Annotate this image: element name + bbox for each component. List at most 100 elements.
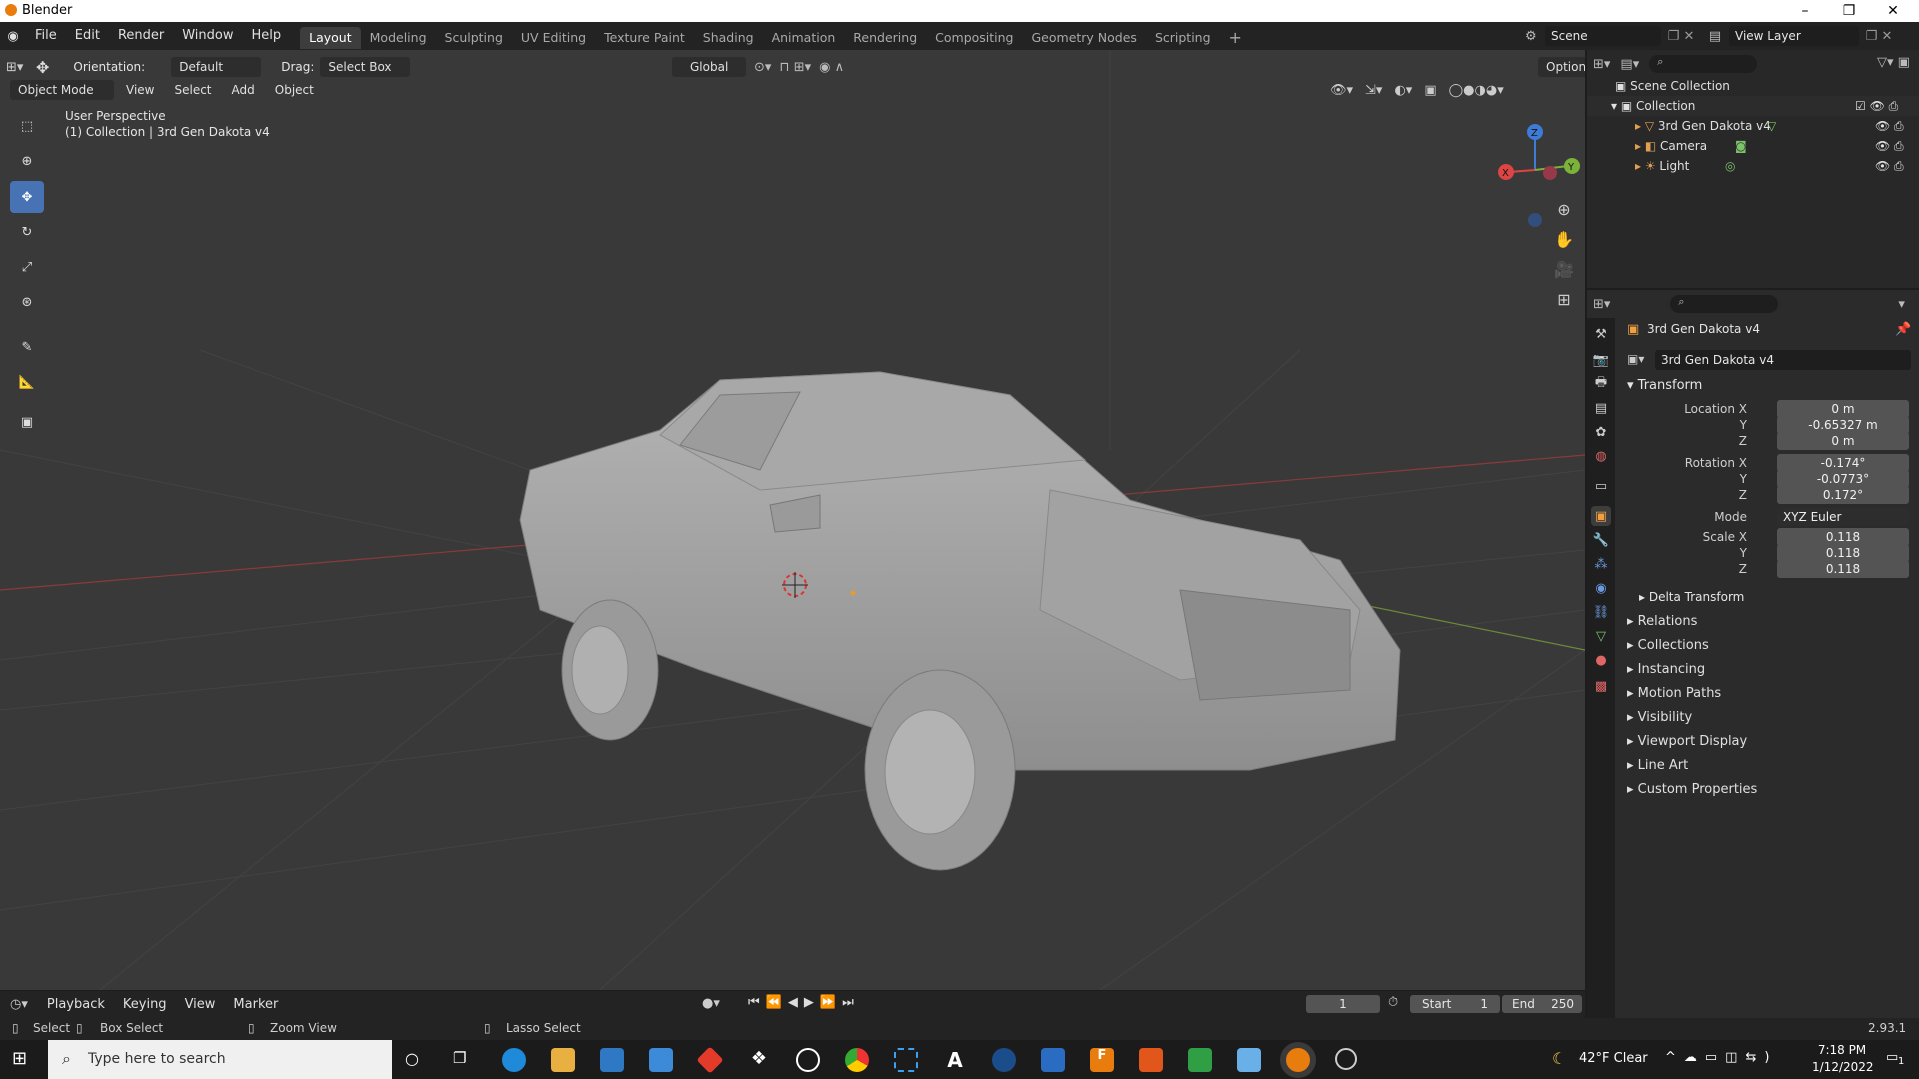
clock-date[interactable]: 1/12/2022 [1812,1060,1874,1074]
tab-scripting[interactable]: Scripting [1146,27,1220,49]
scene-selector[interactable]: Scene [1545,26,1661,46]
filter-icon[interactable]: ▽▾ ▣ [1877,55,1910,70]
visibility-icon[interactable]: 👁▾ [1330,83,1353,98]
xray-icon[interactable]: ▣ [1424,83,1436,98]
rotation-mode-dropdown[interactable]: XYZ Euler [1777,508,1909,526]
menu-window[interactable]: Window [173,22,242,50]
cortana-icon[interactable]: ○ [405,1049,419,1068]
app-blue-icon[interactable] [1041,1048,1065,1072]
output-tab-icon[interactable]: 🖶 [1591,374,1611,394]
tab-rendering[interactable]: Rendering [844,27,926,49]
pin-icon[interactable]: 📌 [1895,322,1911,337]
file-explorer-icon[interactable] [551,1048,575,1072]
timeline-menu-playback[interactable]: Playback [38,991,114,1019]
location-z-field[interactable]: 0 m [1777,432,1909,450]
world-tab-icon[interactable]: ◍ [1591,446,1611,466]
view-layer-new-icon[interactable]: ❐ ✕ [1859,29,1899,44]
properties-search[interactable]: ⌕ [1670,295,1779,313]
orientation-dropdown[interactable]: Default [171,57,262,77]
properties-options-icon[interactable]: ▾ [1898,297,1905,312]
view-layer-selector[interactable]: View Layer [1729,26,1859,46]
tab-modeling[interactable]: Modeling [361,27,436,49]
timeline-menu-view[interactable]: View [176,991,225,1019]
delta-transform-panel[interactable]: ▸ Delta Transform [1639,590,1744,604]
weather-icon[interactable]: ☾ [1552,1049,1566,1068]
preview-range-icon[interactable]: ⏱ [1388,995,1398,1010]
texture-tab-icon[interactable]: ▩ [1591,676,1611,696]
collection-row[interactable]: Collection [1636,99,1695,113]
edge-icon[interactable] [502,1048,526,1072]
mail-icon[interactable] [649,1048,673,1072]
outliner-item-camera[interactable]: Camera [1660,139,1707,153]
transform-tool[interactable]: ⊛ [10,286,44,318]
blender-menu-icon[interactable]: ◉ [0,29,26,44]
transform-orientation-dropdown[interactable]: Global [672,57,746,77]
notepad-plus-icon[interactable] [1188,1048,1212,1072]
object-name-field[interactable]: 3rd Gen Dakota v4 [1655,350,1911,370]
motion-paths-panel[interactable]: ▸ Motion Paths [1627,686,1721,701]
timeline-menu-keying[interactable]: Keying [114,991,176,1019]
viewport-menu-select[interactable]: Select [166,80,219,100]
viewport-menu-view[interactable]: View [118,80,162,100]
zoom-view-icon[interactable]: ⊕ [1552,195,1576,225]
viewport-menu-add[interactable]: Add [224,80,263,100]
pan-view-icon[interactable]: ✋ [1552,225,1576,255]
playback-controls[interactable]: ⏮⏪◀▶⏩⏭ [748,995,860,1010]
collections-panel[interactable]: ▸ Collections [1627,638,1709,653]
object-mode-dropdown[interactable]: Object Mode [10,80,114,100]
tab-sculpting[interactable]: Sculpting [436,27,512,49]
constraints-tab-icon[interactable]: ⛓ [1591,602,1611,622]
view-layer-icon[interactable]: ▤ [1701,29,1729,44]
dropbox-icon[interactable]: ❖ [747,1048,771,1072]
modifier-tab-icon[interactable]: 🔧 [1591,530,1611,550]
menu-render[interactable]: Render [109,22,173,50]
weather-text[interactable]: 42°F Clear [1579,1051,1648,1066]
steam-icon[interactable] [992,1048,1016,1072]
ortho-toggle-icon[interactable]: ⊞ [1552,285,1576,315]
start-frame-field[interactable]: Start 1 [1410,995,1500,1013]
scene-new-icon[interactable]: ❐ ✕ [1661,29,1701,44]
line-art-panel[interactable]: ▸ Line Art [1627,758,1688,773]
drag-dropdown[interactable]: Select Box [320,57,411,77]
add-workspace-icon[interactable]: + [1220,27,1251,49]
app-pen-icon[interactable] [1237,1048,1261,1072]
instancing-panel[interactable]: ▸ Instancing [1627,662,1705,677]
menu-help[interactable]: Help [243,22,291,50]
measure-tool[interactable]: 📐 [10,366,44,398]
menu-edit[interactable]: Edit [66,22,109,50]
data-tab-icon[interactable]: ▽ [1591,626,1611,646]
visibility-panel[interactable]: ▸ Visibility [1627,710,1692,725]
chrome-icon[interactable] [845,1048,869,1072]
collection-tab-icon[interactable]: ▭ [1591,476,1611,496]
options-dropdown[interactable]: Options [1538,57,1585,77]
properties-editor-icon[interactable]: ⊞▾ [1593,297,1610,312]
scale-z-field[interactable]: 0.118 [1777,560,1909,578]
object-tab-icon[interactable]: ▣ [1591,506,1611,526]
snap-icon[interactable]: ⊓ ⊞▾ [779,60,811,75]
tab-layout[interactable]: Layout [300,26,361,49]
scene-collection[interactable]: Scene Collection [1630,79,1730,93]
scene-icon[interactable]: ⚙ [1525,29,1545,44]
outliner-editor-icon[interactable]: ⊞▾ [1593,57,1610,72]
datablock-icon[interactable]: ▣▾ [1627,352,1644,366]
shading-modes-icon[interactable]: ◯●◑◕▾ [1449,83,1504,98]
tab-shading[interactable]: Shading [694,27,763,49]
tab-geometry-nodes[interactable]: Geometry Nodes [1023,27,1146,49]
collection-visibility-icon[interactable]: ☑ 👁 ⎙ [1855,96,1898,116]
tab-animation[interactable]: Animation [763,27,845,49]
light-visibility-icon[interactable]: 👁 ⎙ [1875,156,1904,176]
truck-model[interactable] [519,371,1401,871]
scene-tab-icon[interactable]: ✿ [1591,422,1611,442]
tab-uv-editing[interactable]: UV Editing [512,27,595,49]
move-tool[interactable]: ✥ [10,181,44,213]
viewport-display-panel[interactable]: ▸ Viewport Display [1627,734,1747,749]
record-icon[interactable]: ●▾ [702,996,720,1011]
annotate-tool[interactable]: ✎ [10,331,44,363]
editor-type-icon[interactable]: ⊞▾ [6,60,30,75]
rotation-z-field[interactable]: 0.172° [1777,486,1909,504]
view-layer-tab-icon[interactable]: ▤ [1591,398,1611,418]
current-frame-field[interactable]: 1 [1306,995,1380,1013]
snipping-tool-icon[interactable] [894,1048,918,1072]
clock-time[interactable]: 7:18 PM [1812,1043,1872,1057]
particles-tab-icon[interactable]: ⁂ [1591,554,1611,574]
